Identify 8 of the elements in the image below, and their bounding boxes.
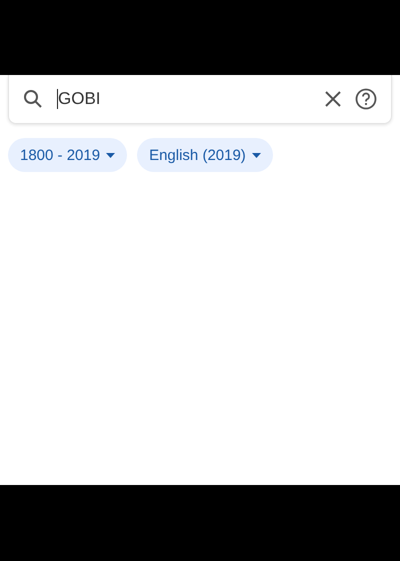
filter-chip[interactable]: English (2019) (137, 138, 273, 172)
filter-chip[interactable]: 1800 - 2019 (8, 138, 128, 172)
caret-icon (106, 152, 116, 158)
close-icon[interactable] (325, 91, 341, 107)
help-icon[interactable] (355, 88, 377, 110)
search-field[interactable]: GOBI (8, 75, 392, 124)
search-icon[interactable] (23, 89, 43, 109)
caret-icon (252, 152, 261, 158)
